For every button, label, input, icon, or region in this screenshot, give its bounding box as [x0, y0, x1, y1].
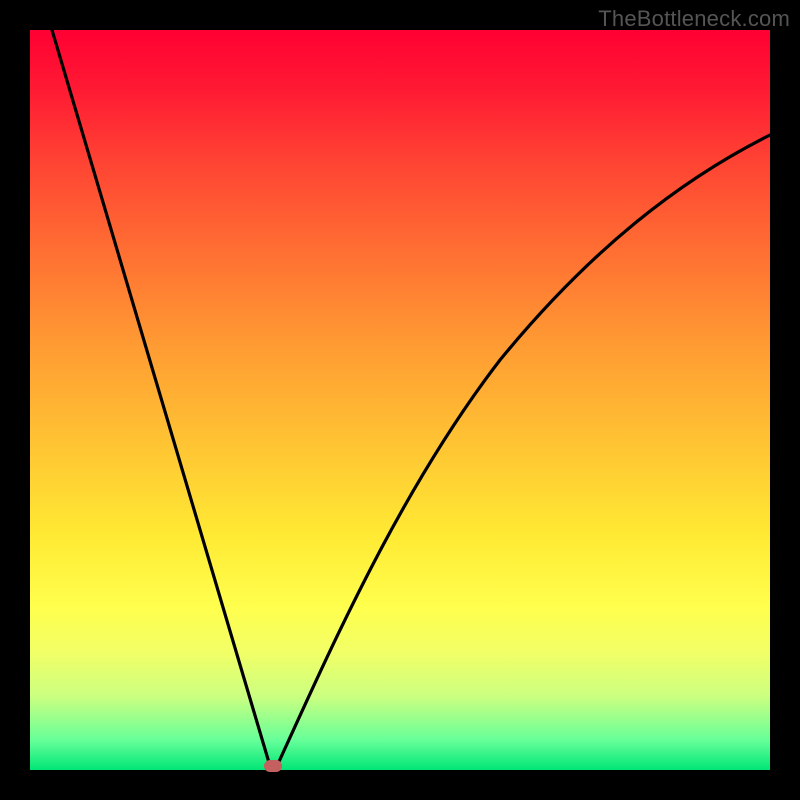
chart-frame: TheBottleneck.com: [0, 0, 800, 800]
plot-area: [30, 30, 770, 770]
bottleneck-curve-path: [52, 30, 770, 768]
minimum-marker: [264, 760, 282, 772]
curve-svg: [30, 30, 770, 770]
watermark-text: TheBottleneck.com: [598, 6, 790, 32]
